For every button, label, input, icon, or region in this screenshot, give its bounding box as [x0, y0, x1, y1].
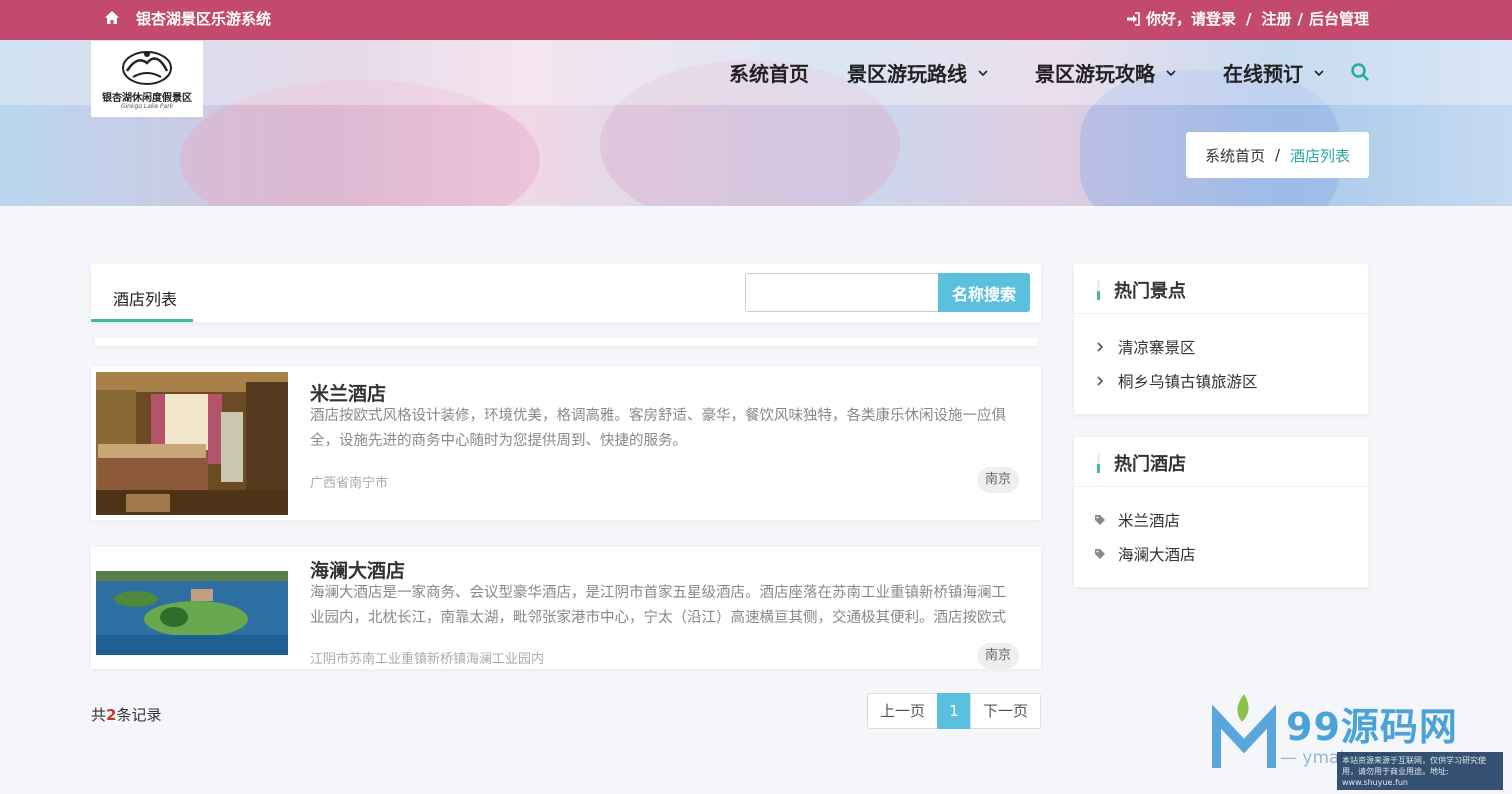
logo-text: 银杏湖休闲度假景区	[102, 93, 192, 104]
watermark-brand: 99源码网	[1286, 705, 1458, 749]
pagination: 上一页 1 下一页	[867, 693, 1041, 729]
widget-title: 热门酒店	[1114, 454, 1186, 475]
hotel-thumbnail[interactable]	[96, 547, 288, 655]
watermark-logo-icon	[1212, 694, 1276, 768]
hotel-list-item[interactable]: 海澜大酒店 海澜大酒店是一家商务、会议型豪华酒店，是江阴市首家五星级酒店。酒店座…	[91, 547, 1041, 669]
header-accent-bar	[1097, 453, 1100, 473]
admin-link[interactable]: 后台管理	[1309, 8, 1369, 29]
divider	[95, 338, 1037, 346]
chevron-down-icon	[1314, 69, 1324, 76]
hot-spot-link[interactable]: 清凉寨景区	[1094, 336, 1196, 358]
chevron-down-icon	[978, 69, 988, 76]
record-count: 共2条记录	[91, 704, 161, 725]
header-accent-bar	[1097, 280, 1100, 300]
tab-underline	[91, 319, 193, 322]
nav-guides[interactable]: 景区游玩攻略	[1035, 58, 1177, 87]
tag-icon	[1095, 549, 1105, 559]
separator: /	[1297, 9, 1303, 28]
widget-header: 热门酒店	[1074, 437, 1368, 487]
widget-title: 热门景点	[1114, 281, 1186, 302]
nav-home[interactable]: 系统首页	[729, 58, 809, 87]
city-badge: 南京	[977, 467, 1019, 493]
breadcrumb: 系统首页 / 酒店列表	[1186, 132, 1369, 178]
logo-subtext: Ginkgo Lake Park	[120, 103, 174, 110]
site-logo[interactable]: 银杏湖休闲度假景区 Ginkgo Lake Park	[91, 41, 203, 117]
register-link[interactable]: 注册	[1261, 8, 1291, 29]
chevron-right-icon	[1097, 342, 1104, 352]
hot-spots-widget: 热门景点 清凉寨景区 桐乡乌镇古镇旅游区	[1074, 264, 1368, 414]
home-icon[interactable]	[104, 10, 120, 26]
nav-booking-label: 在线预订	[1223, 62, 1303, 86]
separator: /	[1246, 9, 1252, 28]
widget-header: 热门景点	[1074, 264, 1368, 314]
breadcrumb-home[interactable]: 系统首页	[1205, 145, 1265, 166]
login-link[interactable]: 你好，请登录	[1146, 8, 1236, 29]
chevron-right-icon	[1097, 376, 1104, 386]
hot-hotel-label: 海澜大酒店	[1118, 546, 1196, 564]
record-count-prefix: 共	[91, 706, 107, 724]
name-search-button[interactable]: 名称搜索	[938, 273, 1030, 312]
search-input[interactable]	[745, 273, 939, 312]
breadcrumb-separator: /	[1274, 146, 1281, 164]
breadcrumb-current: 酒店列表	[1290, 146, 1351, 165]
watermark: 99源码网 — ymaiu.com 本站资源来源于互联网，仅供学习研究使用，请勿…	[1210, 690, 1512, 794]
city-badge: 南京	[977, 643, 1019, 669]
record-count-suffix: 条记录	[116, 706, 162, 724]
tab-hotel-list[interactable]: 酒店列表	[91, 264, 193, 322]
hotel-address: 广西省南宁市	[310, 476, 389, 491]
hotel-lake-image	[96, 547, 288, 655]
tab-label: 酒店列表	[113, 290, 178, 309]
tag-icon	[1095, 515, 1105, 525]
next-page-button[interactable]: 下一页	[970, 693, 1041, 729]
chevron-down-icon	[1166, 69, 1176, 76]
hot-spot-label: 桐乡乌镇古镇旅游区	[1118, 373, 1258, 391]
record-count-number: 2	[106, 706, 117, 724]
hot-hotel-label: 米兰酒店	[1118, 512, 1181, 530]
hot-hotels-widget: 热门酒店 米兰酒店 海澜大酒店	[1074, 437, 1368, 587]
user-links: 你好，请登录 / 注册 / 后台管理	[1126, 8, 1369, 29]
hot-spot-link[interactable]: 桐乡乌镇古镇旅游区	[1094, 370, 1258, 392]
prev-page-button[interactable]: 上一页	[867, 693, 938, 729]
hot-spot-label: 清凉寨景区	[1118, 339, 1196, 357]
search-icon[interactable]	[1350, 62, 1370, 82]
hotel-description: 酒店按欧式风格设计装修，环境优美，格调高雅。客房舒适、豪华，餐饮风味独特，各类康…	[310, 408, 1006, 449]
hotel-list-item[interactable]: 米兰酒店 酒店按欧式风格设计装修，环境优美，格调高雅。客房舒适、豪华，餐饮风味独…	[91, 366, 1041, 520]
nav-guides-label: 景区游玩攻略	[1035, 62, 1155, 86]
hotel-thumbnail[interactable]	[96, 372, 288, 515]
hotel-name[interactable]: 米兰酒店	[310, 379, 386, 406]
page-1-button[interactable]: 1	[937, 693, 971, 729]
nav-routes-label: 景区游玩路线	[847, 62, 967, 86]
watermark-note: 本站资源来源于互联网，仅供学习研究使用，请勿用于商业用途。地址: www.shu…	[1337, 752, 1503, 790]
top-bar: 银杏湖景区乐游系统 你好，请登录 / 注册 / 后台管理	[0, 0, 1512, 40]
site-title[interactable]: 银杏湖景区乐游系统	[136, 8, 271, 29]
hotel-room-image	[96, 372, 288, 515]
nav-routes[interactable]: 景区游玩路线	[847, 58, 989, 87]
hotel-name[interactable]: 海澜大酒店	[310, 556, 405, 583]
nav-booking[interactable]: 在线预订	[1223, 58, 1325, 87]
hotel-address: 江阴市苏南工业重镇新桥镇海澜工业园内	[310, 652, 545, 667]
logo-emblem-icon	[122, 51, 172, 85]
hot-hotel-link[interactable]: 米兰酒店	[1094, 509, 1180, 531]
nav-home-label: 系统首页	[729, 62, 809, 86]
sign-in-icon	[1126, 11, 1140, 26]
hotel-description: 海澜大酒店是一家商务、会议型豪华酒店，是江阴市首家五星级酒店。酒店座落在苏南工业…	[310, 585, 1006, 626]
hot-hotel-link[interactable]: 海澜大酒店	[1094, 543, 1196, 565]
